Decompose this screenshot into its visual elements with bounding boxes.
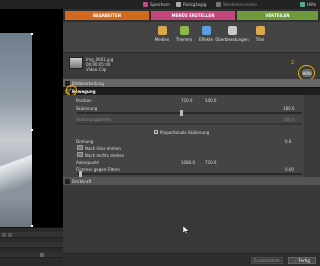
transitions-button[interactable]: Überblendungen — [215, 26, 249, 48]
scale-width-value: 100.0 — [283, 117, 295, 122]
flicker-slider[interactable] — [77, 171, 302, 177]
section-label: Bildbearbeitung — [72, 80, 104, 86]
titles-button[interactable]: Titel — [249, 26, 271, 48]
flicker-label: Flimmer gegen Filtern — [76, 167, 120, 172]
rotate-right-button[interactable] — [77, 152, 83, 157]
clip-preview-image[interactable] — [0, 33, 32, 227]
undo-icon — [176, 1, 181, 7]
effects-label: Effekte — [198, 37, 214, 42]
timeline-control-icon[interactable] — [40, 253, 44, 257]
media-icon — [157, 26, 167, 35]
save-button[interactable]: Speichern — [143, 1, 170, 7]
transitions-label: Überblendungen — [215, 37, 249, 42]
timeline-control-icon[interactable] — [8, 233, 12, 237]
section-image-control[interactable]: Bildbearbeitung — [63, 79, 320, 87]
undo-label: Rückgängig — [183, 1, 207, 7]
scale-slider[interactable] — [77, 110, 302, 116]
undo-button[interactable]: Rückgängig — [176, 1, 206, 7]
chevron-right-icon — [65, 178, 70, 184]
selection-handle[interactable] — [31, 129, 33, 131]
timeline-row — [0, 252, 63, 258]
motion-controls: Position 720.0 540.0 Skalierung 180.0 Sk… — [63, 95, 320, 177]
anchor-x-value[interactable]: 1080.0 — [181, 160, 195, 165]
top-menu-bar: Speichern Rückgängig Wiederherstellen Hi… — [0, 0, 320, 9]
titles-label: Titel — [255, 37, 265, 42]
keyframe-column — [304, 95, 320, 177]
section-label: Deckkraft — [72, 178, 92, 184]
flicker-value[interactable]: 0.00 — [285, 167, 294, 172]
tool-row: Medien Themen Effekte Überblendungen Tit… — [63, 22, 320, 52]
properties-panel: BEARBEITEN MENÜS ERSTELLEN VERTEILEN Med… — [63, 9, 320, 266]
scale-width-slider — [77, 123, 302, 125]
tab-edit[interactable]: BEARBEITEN — [65, 11, 149, 20]
monitor-preview[interactable] — [0, 9, 63, 227]
anchor-y-value[interactable]: 720.0 — [205, 160, 216, 165]
proportional-scale-label: Proportionale Skalierung — [160, 130, 210, 135]
clip-type: Video-Clip — [86, 67, 107, 72]
timeline-control-icon[interactable] — [2, 233, 6, 237]
timeline-row — [0, 232, 63, 238]
rotate-right-label: Nach rechts drehen — [85, 153, 125, 158]
clip-info: Img_0601.jpg 00:00:05:00 Video-Clip 2 Hi… — [63, 52, 320, 81]
tab-create-menus[interactable]: MENÜS ERSTELLEN — [151, 11, 235, 20]
help-button[interactable]: Hilfe — [302, 69, 312, 77]
help-menu-button[interactable]: Hilfe — [300, 1, 316, 7]
redo-icon — [216, 1, 221, 7]
anchor-label: Ankerpunkt — [76, 160, 100, 165]
tab-share[interactable]: VERTEILEN — [237, 11, 318, 20]
position-y-value[interactable]: 540.0 — [205, 98, 216, 103]
scale-width-label: Skalierungsbreite — [76, 117, 111, 122]
section-motion[interactable]: Bewegung — [63, 87, 320, 95]
effects-icon — [201, 26, 211, 35]
section-opacity[interactable]: Deckkraft — [63, 177, 320, 185]
save-label: Speichern — [150, 1, 170, 7]
rotation-label: Drehung — [76, 139, 94, 144]
help-icon — [300, 1, 305, 7]
rotate-left-button[interactable] — [77, 145, 83, 150]
mode-tabs: BEARBEITEN MENÜS ERSTELLEN VERTEILEN — [63, 9, 320, 22]
annotation-number-2: 2 — [291, 60, 295, 66]
position-x-value[interactable]: 720.0 — [181, 98, 192, 103]
rotate-left-label: Nach links drehen — [85, 146, 121, 151]
selection-handle[interactable] — [31, 33, 33, 35]
panel-empty-area — [63, 185, 320, 253]
clip-thumbnail — [69, 57, 83, 69]
scale-value[interactable]: 180.0 — [283, 106, 294, 111]
done-button[interactable]: ✓ Fertig — [288, 257, 316, 264]
proportional-scale-checkbox[interactable]: ✓ — [154, 130, 158, 135]
position-label: Position — [76, 98, 92, 103]
slider-knob[interactable] — [180, 110, 183, 116]
rotation-value[interactable]: 0.0 — [285, 139, 291, 144]
help-menu-label: Hilfe — [307, 1, 317, 7]
themes-icon — [179, 26, 189, 35]
themes-label: Themen — [175, 37, 193, 42]
done-label: Fertig — [298, 258, 310, 263]
themes-button[interactable]: Themen — [173, 26, 195, 48]
save-icon — [143, 1, 148, 7]
timeline-area[interactable] — [0, 227, 63, 266]
redo-label: Wiederherstellen — [223, 1, 257, 7]
scale-label: Skalierung — [76, 106, 98, 111]
media-button[interactable]: Medien — [151, 26, 173, 48]
transitions-icon — [227, 26, 237, 35]
reset-button[interactable]: Zurücksetzen — [251, 257, 283, 264]
effects-button[interactable]: Effekte — [195, 26, 217, 48]
annotation-number-1: 1 — [69, 86, 73, 92]
timeline-row — [0, 242, 63, 248]
checkmark-icon: ✓ — [294, 258, 298, 263]
panel-bottom-bar: Zurücksetzen ✓ Fertig — [63, 253, 320, 266]
media-label: Medien — [154, 37, 170, 42]
titles-icon — [255, 26, 265, 35]
redo-button[interactable]: Wiederherstellen — [216, 1, 257, 7]
